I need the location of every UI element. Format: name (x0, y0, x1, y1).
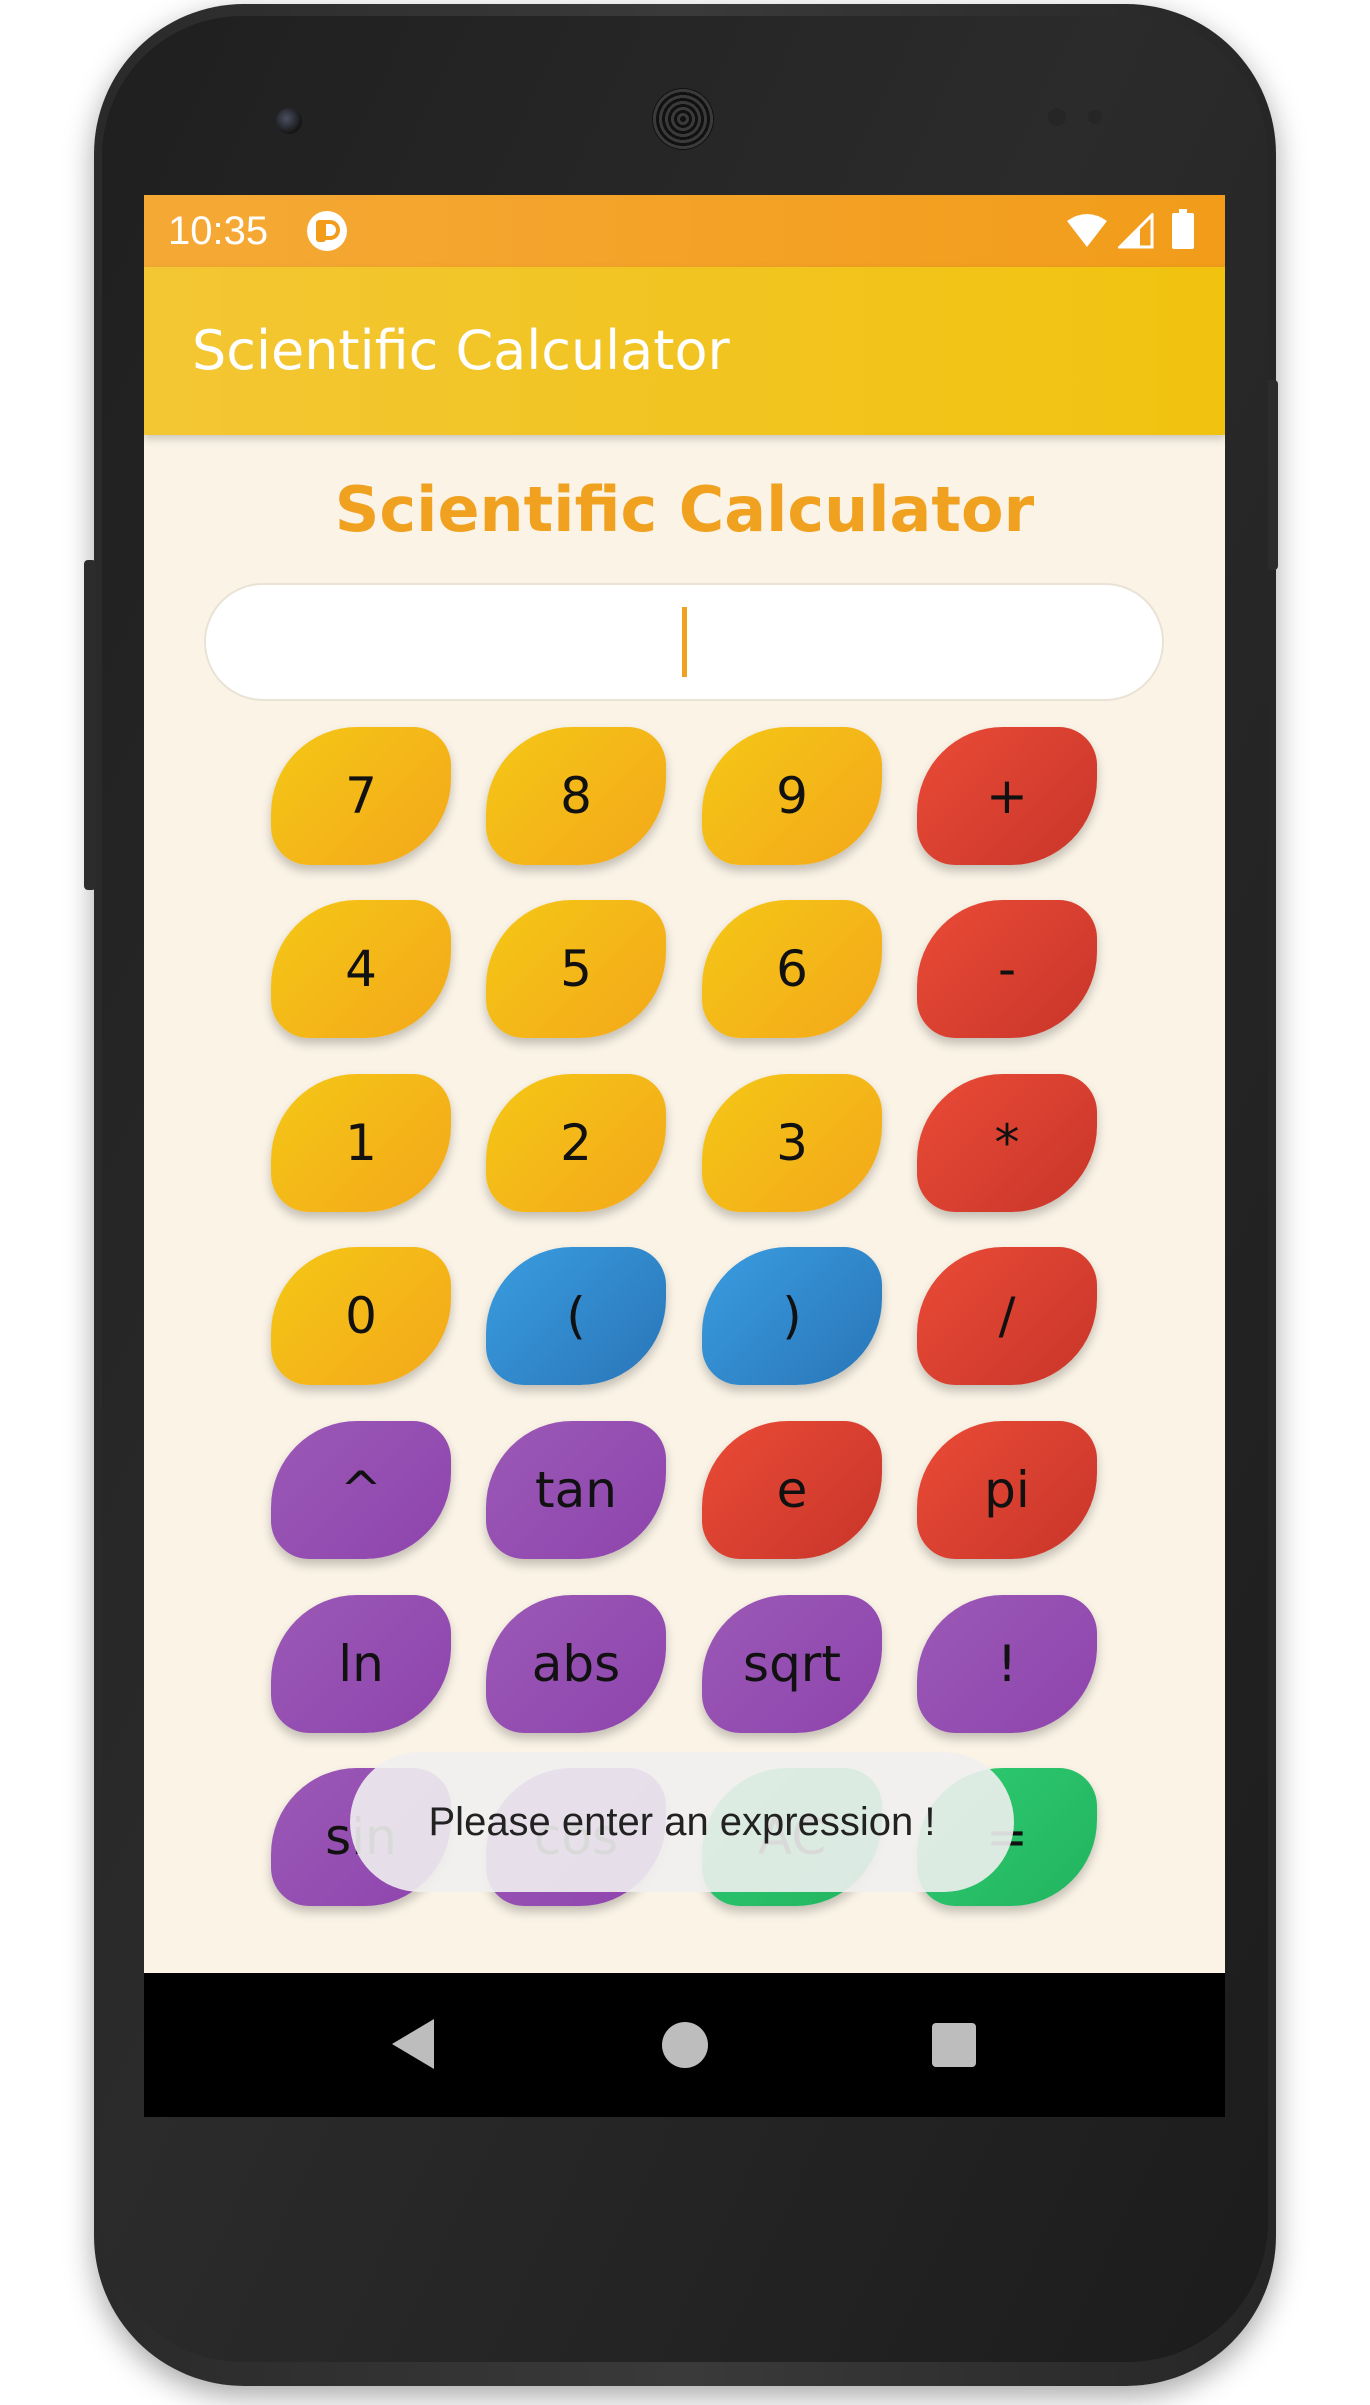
key-button[interactable]: 6 (702, 900, 882, 1038)
key-button[interactable]: abs (486, 1595, 666, 1733)
key-button[interactable]: * (917, 1074, 1097, 1212)
key-label: / (998, 1287, 1016, 1345)
key-label: abs (531, 1635, 621, 1693)
key-button[interactable]: 5 (486, 900, 666, 1038)
key-button[interactable]: ( (486, 1247, 666, 1385)
key-label: 4 (345, 940, 377, 998)
text-cursor (681, 607, 687, 677)
app-notification-icon (307, 211, 347, 251)
key-label: + (986, 767, 1028, 825)
key-label: 7 (345, 767, 377, 825)
battery-icon (1172, 209, 1194, 249)
key-button[interactable]: ! (917, 1595, 1097, 1733)
back-icon[interactable] (392, 2019, 434, 2069)
status-time: 10:35 (168, 209, 269, 253)
key-button[interactable]: ) (702, 1247, 882, 1385)
expression-input[interactable] (204, 583, 1164, 701)
toast-text: Please enter an expression ! (428, 1799, 936, 1844)
proximity-sensor-icon (1048, 108, 1066, 126)
volume-button (84, 560, 96, 890)
key-button[interactable]: ln (271, 1595, 451, 1733)
key-label: ln (338, 1635, 384, 1693)
status-bar: 10:35 (144, 195, 1225, 267)
key-label: 9 (776, 767, 808, 825)
key-button[interactable]: 4 (271, 900, 451, 1038)
earpiece-speaker-icon (652, 88, 714, 150)
front-camera-icon (276, 108, 302, 134)
key-button[interactable]: 0 (271, 1247, 451, 1385)
key-button[interactable]: 8 (486, 727, 666, 865)
key-button[interactable]: ^ (271, 1421, 451, 1559)
key-button[interactable]: tan (486, 1421, 666, 1559)
key-button[interactable]: / (917, 1247, 1097, 1385)
key-button[interactable]: e (702, 1421, 882, 1559)
toast-message: Please enter an expression ! (350, 1752, 1014, 1892)
light-sensor-icon (1088, 110, 1102, 124)
navigation-bar (144, 1973, 1225, 2117)
key-button[interactable]: 1 (271, 1074, 451, 1212)
key-label: * (994, 1114, 1020, 1172)
key-label: 5 (560, 940, 592, 998)
key-label: ! (996, 1635, 1018, 1693)
key-label: - (997, 940, 1017, 998)
key-label: 3 (776, 1114, 808, 1172)
app-bar-title: Scientific Calculator (192, 319, 730, 382)
key-button[interactable]: 2 (486, 1074, 666, 1212)
key-button[interactable]: 3 (702, 1074, 882, 1212)
key-label: ^ (340, 1461, 382, 1519)
key-label: ) (782, 1287, 802, 1345)
device-screen: 10:35 Scientific Calculator Scientific C… (144, 195, 1225, 2117)
recents-icon[interactable] (932, 2023, 976, 2067)
key-label: tan (535, 1461, 617, 1519)
key-label: 0 (345, 1287, 377, 1345)
app-bar: Scientific Calculator (144, 267, 1225, 435)
home-icon[interactable] (662, 2022, 708, 2068)
signal-icon (1118, 213, 1154, 249)
page-title: Scientific Calculator (334, 473, 1035, 546)
wifi-icon (1067, 214, 1107, 247)
key-button[interactable]: - (917, 900, 1097, 1038)
key-button[interactable]: pi (917, 1421, 1097, 1559)
key-label: ( (566, 1287, 586, 1345)
key-label: 8 (560, 767, 592, 825)
key-label: 6 (776, 940, 808, 998)
key-label: 1 (345, 1114, 377, 1172)
key-button[interactable]: sqrt (702, 1595, 882, 1733)
key-label: e (776, 1461, 808, 1519)
key-label: 2 (560, 1114, 592, 1172)
key-button[interactable]: + (917, 727, 1097, 865)
key-label: pi (984, 1461, 1030, 1519)
key-label: sqrt (743, 1635, 841, 1693)
key-button[interactable]: 9 (702, 727, 882, 865)
key-button[interactable]: 7 (271, 727, 451, 865)
